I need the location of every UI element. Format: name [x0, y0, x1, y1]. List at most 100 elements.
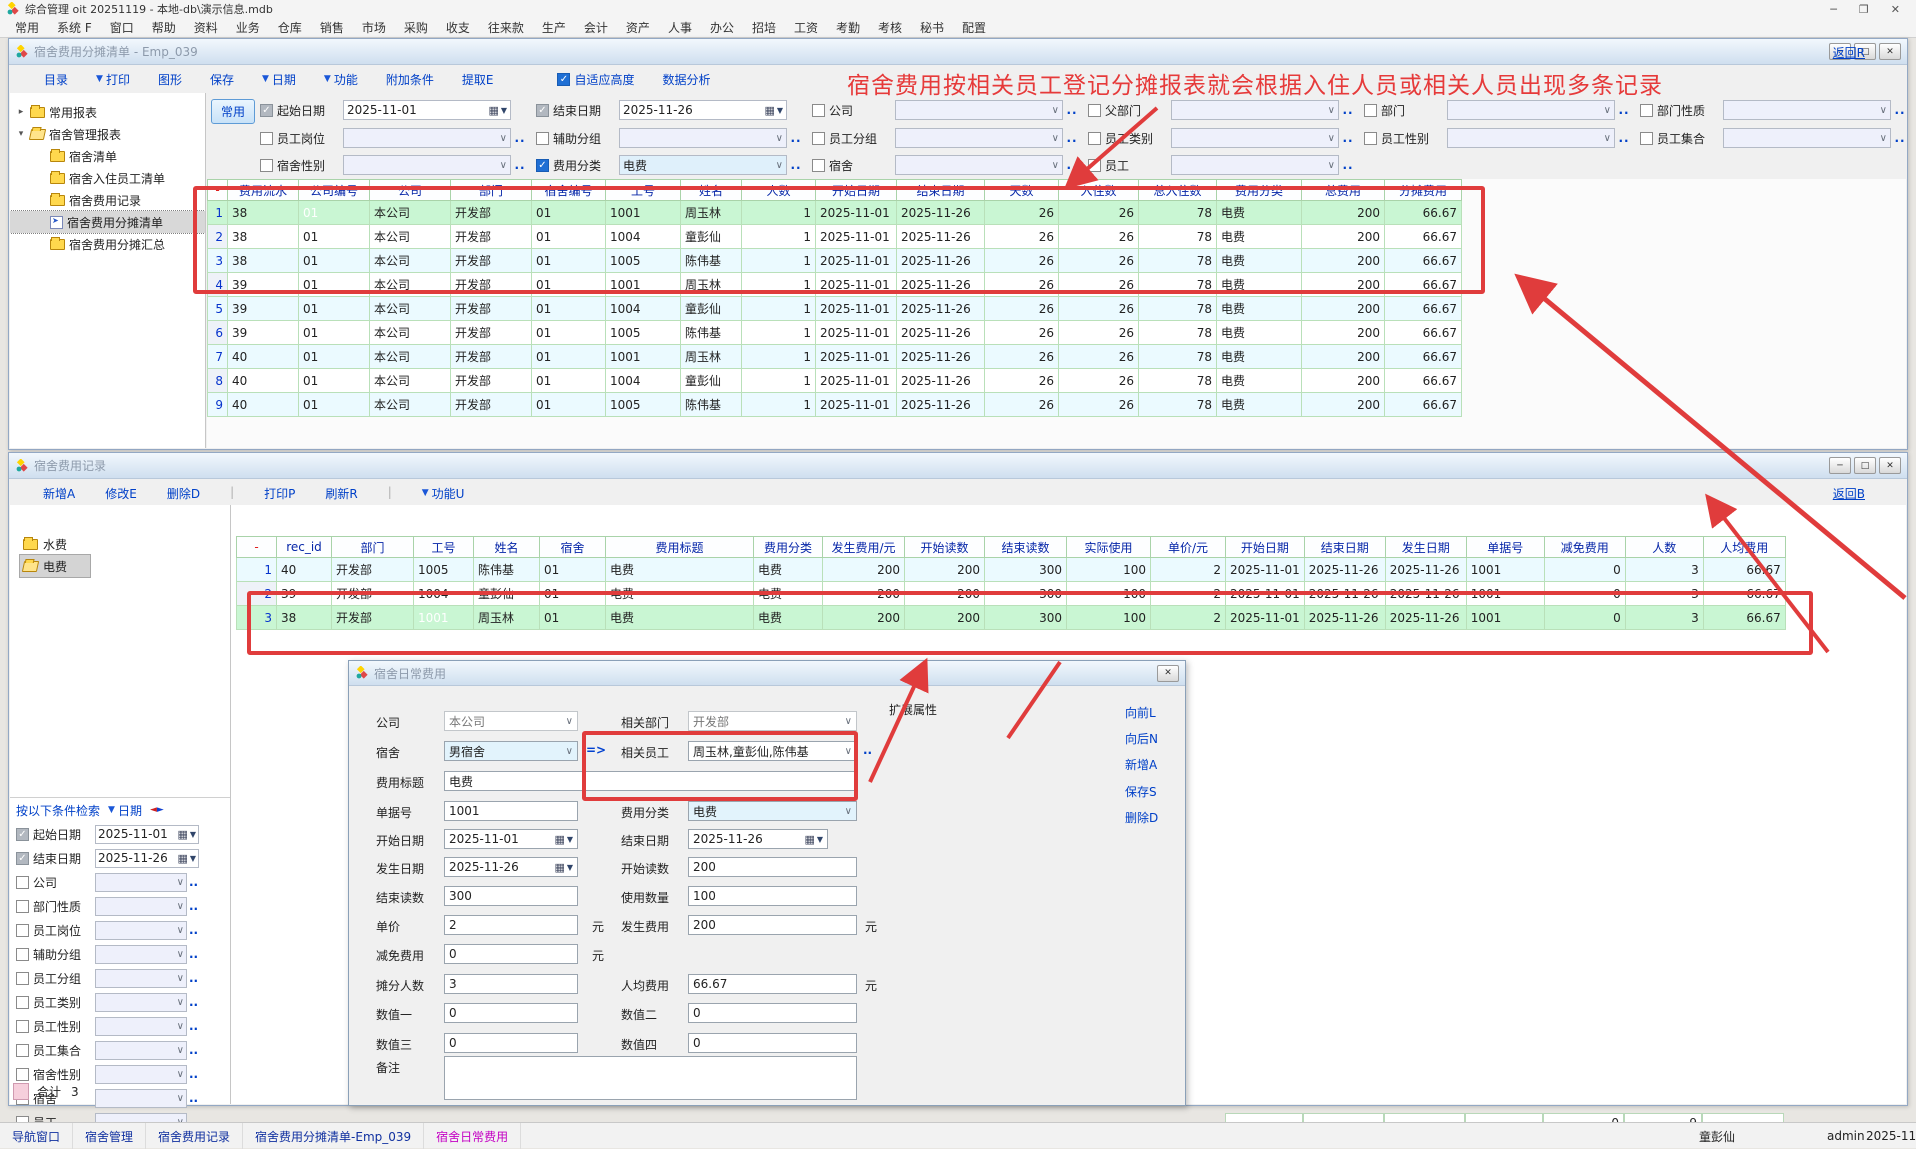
cell[interactable]: 童彭仙 — [681, 225, 742, 249]
avg-fee-input[interactable]: 66.67 — [688, 974, 857, 994]
search-checkbox[interactable] — [16, 876, 29, 889]
cell[interactable]: 200 — [1302, 369, 1385, 393]
cell[interactable]: 周玉林 — [681, 273, 742, 297]
more-button[interactable]: .. — [189, 1043, 198, 1057]
taskbar-item-2[interactable]: 宿舍费用记录 — [146, 1123, 243, 1149]
cell[interactable]: 本公司 — [370, 297, 451, 321]
expander-icon[interactable]: ▾ — [16, 129, 26, 139]
filter-select[interactable]: ∨ — [1447, 100, 1615, 120]
cell[interactable]: 6 — [208, 321, 228, 345]
cell[interactable]: 01 — [540, 606, 606, 630]
toolbar-button-5[interactable]: ▼功能 — [324, 71, 358, 88]
back-button[interactable]: 返回R — [1833, 44, 1865, 61]
search-checkbox[interactable] — [16, 1068, 29, 1081]
cell[interactable]: 童彭仙 — [474, 582, 540, 606]
back-button[interactable]: 返回B — [1833, 485, 1865, 502]
cell[interactable]: 2025-11-26 — [1385, 606, 1466, 630]
share-count-input[interactable]: 3 — [444, 974, 578, 994]
menu-item-13[interactable]: 会计 — [575, 19, 617, 36]
cell[interactable]: 2025-11-01 — [816, 273, 897, 297]
search-select[interactable]: ∨ — [95, 1089, 187, 1108]
search-checkbox[interactable] — [16, 1044, 29, 1057]
cell[interactable]: 66.67 — [1385, 369, 1462, 393]
column-header-7[interactable]: 姓名 — [681, 180, 742, 201]
cell[interactable]: 78 — [1139, 297, 1217, 321]
cell[interactable]: 2025-11-26 — [897, 369, 985, 393]
menu-item-1[interactable]: 系统 F — [48, 19, 101, 36]
cell[interactable]: 2 — [1151, 582, 1226, 606]
filter-select[interactable]: ∨ — [1171, 128, 1339, 148]
more-button[interactable]: .. — [787, 131, 805, 145]
cell[interactable]: 26 — [1059, 249, 1139, 273]
filter-checkbox[interactable] — [812, 159, 825, 172]
search-select[interactable]: ∨ — [95, 873, 187, 892]
more-button[interactable]: .. — [511, 131, 529, 145]
filter-checkbox[interactable] — [1088, 132, 1101, 145]
cell[interactable]: 5 — [208, 297, 228, 321]
column-header-7[interactable]: 费用分类 — [754, 537, 823, 558]
discount-input[interactable]: 0 — [444, 944, 578, 964]
filter-date-input[interactable]: 2025-11-26▦▼ — [619, 100, 787, 120]
table-row-1[interactable]: 23801本公司开发部011004童彭仙12025-11-012025-11-2… — [208, 225, 1462, 249]
column-header-4[interactable]: 部门 — [451, 180, 532, 201]
search-checkbox[interactable] — [16, 948, 29, 961]
cell[interactable]: 01 — [532, 201, 606, 225]
tree-item-2[interactable]: 宿舍清单 — [10, 145, 205, 167]
column-header-19[interactable]: 人均费用 — [1703, 537, 1785, 558]
more-button[interactable]: .. — [189, 1067, 198, 1081]
cell[interactable]: 电费 — [1217, 273, 1302, 297]
cell[interactable]: 2025-11-26 — [897, 321, 985, 345]
more-button[interactable]: .. — [787, 158, 805, 172]
table-row-1[interactable]: 239开发部1004童彭仙01电费电费20020030010022025-11-… — [237, 582, 1786, 606]
cell[interactable]: 200 — [1302, 345, 1385, 369]
column-header-9[interactable]: 开始日期 — [816, 180, 897, 201]
toolbar-button-5[interactable]: 刷新R — [325, 485, 357, 502]
cell[interactable]: 38 — [228, 201, 299, 225]
cell[interactable]: 1001 — [1466, 582, 1544, 606]
more-button[interactable]: .. — [189, 875, 198, 889]
cell[interactable]: 78 — [1139, 273, 1217, 297]
cell[interactable]: 01 — [532, 273, 606, 297]
num4-input[interactable]: 0 — [688, 1033, 857, 1053]
cell[interactable]: 2025-11-26 — [897, 249, 985, 273]
cell[interactable]: 1 — [742, 225, 816, 249]
cell[interactable]: 01 — [299, 201, 370, 225]
cell[interactable]: 开发部 — [451, 273, 532, 297]
search-select[interactable]: ∨ — [95, 993, 187, 1012]
search-select[interactable]: ∨ — [95, 1017, 187, 1036]
cell[interactable]: 1001 — [1466, 606, 1544, 630]
cell[interactable]: 01 — [532, 321, 606, 345]
cell[interactable]: 电费 — [1217, 393, 1302, 417]
cell[interactable]: 2025-11-01 — [816, 345, 897, 369]
column-header-11[interactable]: 天数 — [985, 180, 1059, 201]
remark-textarea[interactable] — [444, 1056, 857, 1100]
column-header-0[interactable]: - — [237, 537, 277, 558]
cell[interactable]: 9 — [208, 393, 228, 417]
column-header-5[interactable]: 宿舍编号 — [532, 180, 606, 201]
column-header-15[interactable]: 发生日期 — [1385, 537, 1466, 558]
cell[interactable]: 01 — [532, 393, 606, 417]
search-checkbox[interactable] — [16, 924, 29, 937]
cell[interactable]: 8 — [208, 369, 228, 393]
menu-item-14[interactable]: 资产 — [617, 19, 659, 36]
cell[interactable]: 66.67 — [1385, 345, 1462, 369]
cell[interactable]: 2 — [1151, 606, 1226, 630]
cell[interactable]: 开发部 — [332, 558, 414, 582]
filter-select[interactable]: ∨ — [619, 128, 787, 148]
cell[interactable]: 01 — [532, 297, 606, 321]
menu-item-8[interactable]: 市场 — [353, 19, 395, 36]
filter-checkbox[interactable]: ✓ — [536, 159, 549, 172]
filter-checkbox[interactable] — [1640, 104, 1653, 117]
more-button[interactable]: .. — [189, 971, 198, 985]
cell[interactable]: 1005 — [606, 321, 681, 345]
cell[interactable]: 2025-11-01 — [816, 201, 897, 225]
more-button[interactable]: .. — [1063, 158, 1081, 172]
cell[interactable]: 电费 — [1217, 249, 1302, 273]
cell[interactable]: 电费 — [754, 606, 823, 630]
cell[interactable]: 2025-11-26 — [897, 297, 985, 321]
column-header-1[interactable]: rec_id — [277, 537, 332, 558]
filter-select[interactable]: ∨ — [895, 128, 1063, 148]
column-header-14[interactable]: 结束日期 — [1304, 537, 1385, 558]
filter-select[interactable]: ∨ — [1171, 155, 1339, 175]
cell[interactable]: 本公司 — [370, 345, 451, 369]
